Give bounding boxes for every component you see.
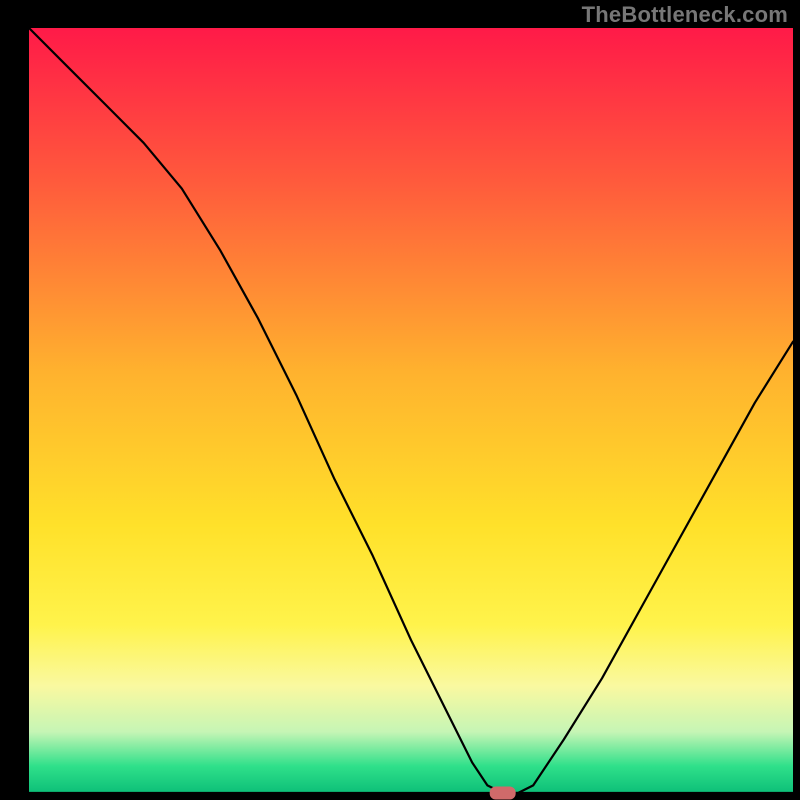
optimum-marker <box>490 787 516 800</box>
chart-stage: TheBottleneck.com <box>0 0 800 800</box>
watermark-text: TheBottleneck.com <box>582 2 788 28</box>
chart-svg <box>0 0 800 800</box>
